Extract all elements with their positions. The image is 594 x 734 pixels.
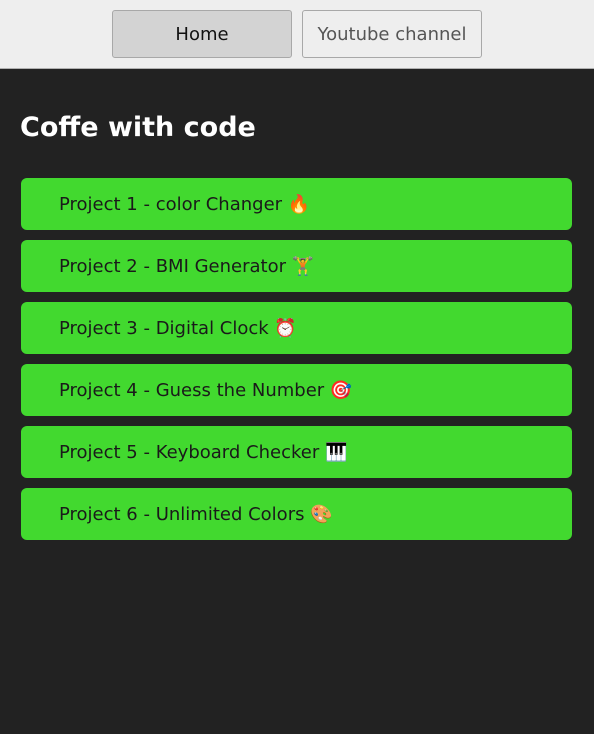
home-button[interactable]: Home (112, 10, 292, 58)
project-list: Project 1 - color Changer 🔥 Project 2 - … (21, 178, 572, 550)
project-label: Project 3 - Digital Clock ⏰ (59, 317, 297, 339)
project-item-4[interactable]: Project 4 - Guess the Number 🎯 (21, 364, 572, 416)
project-item-6[interactable]: Project 6 - Unlimited Colors 🎨 (21, 488, 572, 540)
project-item-2[interactable]: Project 2 - BMI Generator 🏋️ (21, 240, 572, 292)
youtube-channel-button[interactable]: Youtube channel (302, 10, 482, 58)
project-label: Project 5 - Keyboard Checker 🎹 (59, 441, 348, 463)
page-title: Coffe with code (20, 112, 256, 143)
project-label: Project 1 - color Changer 🔥 (59, 193, 311, 215)
project-item-1[interactable]: Project 1 - color Changer 🔥 (21, 178, 572, 230)
project-label: Project 6 - Unlimited Colors 🎨 (59, 503, 333, 525)
project-item-3[interactable]: Project 3 - Digital Clock ⏰ (21, 302, 572, 354)
project-label: Project 2 - BMI Generator 🏋️ (59, 255, 315, 277)
project-label: Project 4 - Guess the Number 🎯 (59, 379, 353, 401)
project-item-5[interactable]: Project 5 - Keyboard Checker 🎹 (21, 426, 572, 478)
top-nav-bar: Home Youtube channel (0, 0, 594, 69)
